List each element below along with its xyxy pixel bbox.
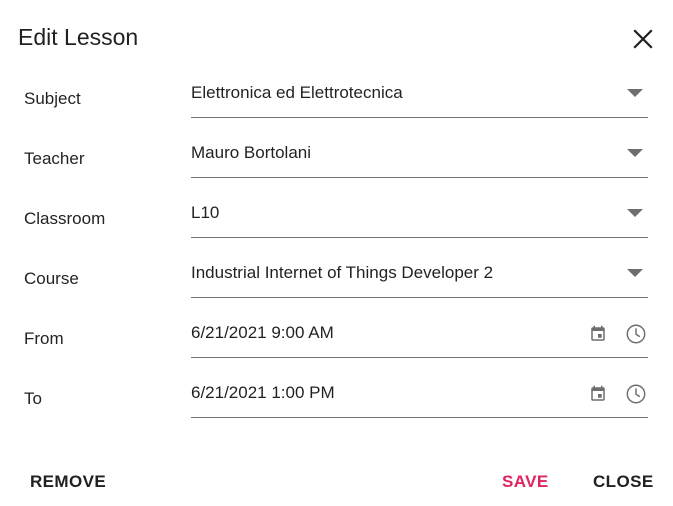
classroom-value: L10 <box>191 203 220 222</box>
clock-icon <box>626 384 646 404</box>
close-icon <box>633 29 653 49</box>
classroom-row: Classroom L10 <box>0 198 673 258</box>
from-row: From 6/21/2021 9:00 AM <box>0 318 673 378</box>
calendar-icon <box>591 385 605 401</box>
from-value: 6/21/2021 9:00 AM <box>191 323 334 342</box>
subject-row: Subject Elettronica ed Elettrotecnica <box>0 78 673 138</box>
from-label: From <box>24 329 64 348</box>
course-label: Course <box>24 269 79 288</box>
close-button[interactable]: CLOSE <box>593 470 654 494</box>
close-dialog-button[interactable] <box>628 24 658 54</box>
remove-button[interactable]: REMOVE <box>30 470 106 494</box>
from-clock-button[interactable] <box>623 321 649 347</box>
from-datetime-input[interactable]: 6/21/2021 9:00 AM <box>191 318 648 358</box>
edit-lesson-dialog: Edit Lesson Subject Elettronica ed Elett… <box>0 0 673 506</box>
teacher-row: Teacher Mauro Bortolani <box>0 138 673 198</box>
teacher-value: Mauro Bortolani <box>191 143 312 162</box>
course-select[interactable]: Industrial Internet of Things Developer … <box>191 258 648 298</box>
chevron-down-icon <box>627 89 643 97</box>
to-clock-button[interactable] <box>623 381 649 407</box>
chevron-down-icon <box>627 209 643 217</box>
to-value: 6/21/2021 1:00 PM <box>191 383 335 402</box>
chevron-down-icon <box>627 149 643 157</box>
teacher-label: Teacher <box>24 149 85 168</box>
to-datetime-input[interactable]: 6/21/2021 1:00 PM <box>191 378 648 418</box>
classroom-label: Classroom <box>24 209 106 228</box>
teacher-select[interactable]: Mauro Bortolani <box>191 138 648 178</box>
to-row: To 6/21/2021 1:00 PM <box>0 378 673 438</box>
to-label: To <box>24 389 42 408</box>
chevron-down-icon <box>627 269 643 277</box>
course-row: Course Industrial Internet of Things Dev… <box>0 258 673 318</box>
calendar-icon <box>591 325 605 341</box>
classroom-select[interactable]: L10 <box>191 198 648 238</box>
subject-value: Elettronica ed Elettrotecnica <box>191 83 403 102</box>
course-value: Industrial Internet of Things Developer … <box>191 263 494 282</box>
save-button[interactable]: SAVE <box>502 470 549 494</box>
subject-label: Subject <box>24 89 81 108</box>
subject-select[interactable]: Elettronica ed Elettrotecnica <box>191 78 648 118</box>
to-calendar-button[interactable] <box>585 381 611 407</box>
clock-icon <box>626 324 646 344</box>
dialog-title: Edit Lesson <box>18 24 139 50</box>
from-calendar-button[interactable] <box>585 321 611 347</box>
